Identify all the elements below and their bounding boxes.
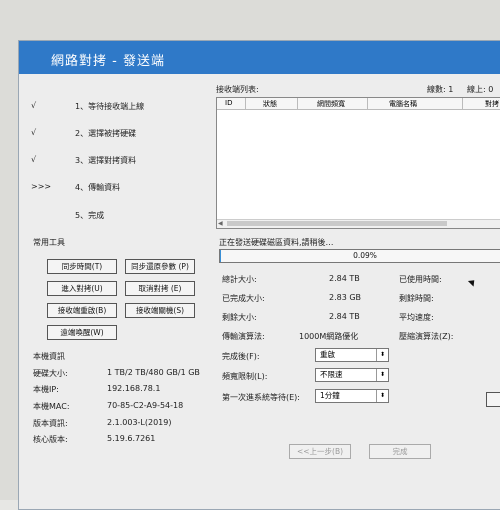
col-id[interactable]: ID xyxy=(225,99,232,107)
app-window: 網路對拷 - 發送端 √ 1、等待接收端上線 √ 2、選擇被拷硬碟 √ 3、選擇… xyxy=(18,40,500,510)
remaining-size-value: 2.84 TB xyxy=(329,312,360,321)
receiver-list[interactable]: ID 狀態 網間頻寬 電腦名稱 對拷 ◀ xyxy=(216,97,500,229)
local-mac-value: 70-85-C2-A9-54-18 xyxy=(107,401,183,410)
scrollbar-thumb[interactable] xyxy=(227,221,447,226)
step-4-label: 4、傳輸資料 xyxy=(75,182,120,193)
cancel-copy-button[interactable]: 取消對拷 (E) xyxy=(125,281,195,296)
first-boot-wait-value: 1分鐘 xyxy=(320,390,340,402)
compress-algo-label: 壓縮演算法(Z): xyxy=(399,331,453,342)
total-size-value: 2.84 TB xyxy=(329,274,360,283)
prev-step-button[interactable]: <<上一步(B) xyxy=(289,444,351,459)
after-complete-label: 完成後(F): xyxy=(222,351,260,362)
window-title: 網路對拷 - 發送端 xyxy=(51,50,165,69)
total-size-label: 總計大小: xyxy=(222,274,257,285)
spin-updown-icon[interactable]: ⬍ xyxy=(376,349,388,361)
transfer-algo-label: 傳輸演算法: xyxy=(222,331,265,342)
version-value: 2.1.003-L(2019) xyxy=(107,418,171,427)
avg-speed-label: 平均速度: xyxy=(399,312,434,323)
core-version-label: 核心版本: xyxy=(33,434,68,445)
step-3-label: 3、選擇對拷資料 xyxy=(75,155,136,166)
step-3-mark: √ xyxy=(31,155,51,164)
after-complete-value: 重啟 xyxy=(320,349,335,361)
local-ip-label: 本機IP: xyxy=(33,384,59,395)
scroll-left-icon[interactable]: ◀ xyxy=(218,220,223,227)
transfer-algo-value: 1000M網路優化 xyxy=(299,331,358,342)
local-mac-label: 本機MAC: xyxy=(33,401,70,412)
remote-wake-button[interactable]: 遠端喚醒(W) xyxy=(47,325,117,340)
step-5-label: 5、完成 xyxy=(75,210,104,221)
tools-heading: 常用工具 xyxy=(33,237,65,248)
first-boot-wait-label: 第一次進系統等待(E): xyxy=(222,392,300,403)
col-status[interactable]: 狀態 xyxy=(263,99,277,109)
remaining-time-label: 剩餘時間: xyxy=(399,293,434,304)
receiver-restart-button[interactable]: 接收端重啟(B) xyxy=(47,303,117,318)
col-computer-name[interactable]: 電腦名稱 xyxy=(389,99,417,109)
spin-updown-icon[interactable]: ⬍ xyxy=(376,369,388,381)
receiver-count: 線數: 1 xyxy=(427,84,453,95)
done-size-label: 已完成大小: xyxy=(222,293,265,304)
title-bar: 網路對拷 - 發送端 xyxy=(19,41,500,74)
step-2-mark: √ xyxy=(31,128,51,137)
step-4-mark: >>> xyxy=(31,182,51,191)
step-1-mark: √ xyxy=(31,101,51,110)
list-horizontal-scrollbar[interactable]: ◀ xyxy=(217,219,500,228)
remaining-size-label: 剩餘大小: xyxy=(222,312,257,323)
disk-size-label: 硬碟大小: xyxy=(33,368,68,379)
partial-side-button[interactable] xyxy=(486,392,500,407)
enter-copy-button[interactable]: 進入對拷(U) xyxy=(47,281,117,296)
bandwidth-limit-select[interactable]: 不限速 ⬍ xyxy=(315,368,389,382)
receiver-shutdown-button[interactable]: 接收端關機(S) xyxy=(125,303,195,318)
core-version-value: 5.19.6.7261 xyxy=(107,434,155,443)
progress-bar: 0.09% xyxy=(219,249,500,263)
bandwidth-limit-label: 頻寬限制(L): xyxy=(222,371,267,382)
elapsed-time-label: 已使用時間: xyxy=(399,274,442,285)
receiver-list-header: ID 狀態 網間頻寬 電腦名稱 對拷 xyxy=(217,98,500,110)
done-size-value: 2.83 GB xyxy=(329,293,361,302)
first-boot-wait-select[interactable]: 1分鐘 ⬍ xyxy=(315,389,389,403)
bandwidth-limit-value: 不限速 xyxy=(320,369,343,381)
finish-button[interactable]: 完成 xyxy=(369,444,431,459)
col-copy[interactable]: 對拷 xyxy=(485,99,499,109)
sync-restore-params-button[interactable]: 同步還原參數 (P) xyxy=(125,259,195,274)
disk-size-value: 1 TB/2 TB/480 GB/1 GB xyxy=(107,368,200,377)
step-2-label: 2、選擇被拷硬碟 xyxy=(75,128,136,139)
progress-percent: 0.09% xyxy=(220,250,500,262)
step-1-label: 1、等待接收端上線 xyxy=(75,101,144,112)
version-label: 版本資訊: xyxy=(33,418,68,429)
receiver-online: 線上: 0 xyxy=(467,84,493,95)
after-complete-select[interactable]: 重啟 ⬍ xyxy=(315,348,389,362)
machine-info-heading: 本機資訊 xyxy=(33,351,65,362)
col-bandwidth[interactable]: 網間頻寬 xyxy=(317,99,345,109)
receiver-list-label: 接收端列表: xyxy=(216,84,259,95)
progress-status: 正在發送硬碟磁區資料,請稍後… xyxy=(219,237,334,248)
spin-updown-icon[interactable]: ⬍ xyxy=(376,390,388,402)
sync-time-button[interactable]: 同步時間(T) xyxy=(47,259,117,274)
local-ip-value: 192.168.78.1 xyxy=(107,384,160,393)
